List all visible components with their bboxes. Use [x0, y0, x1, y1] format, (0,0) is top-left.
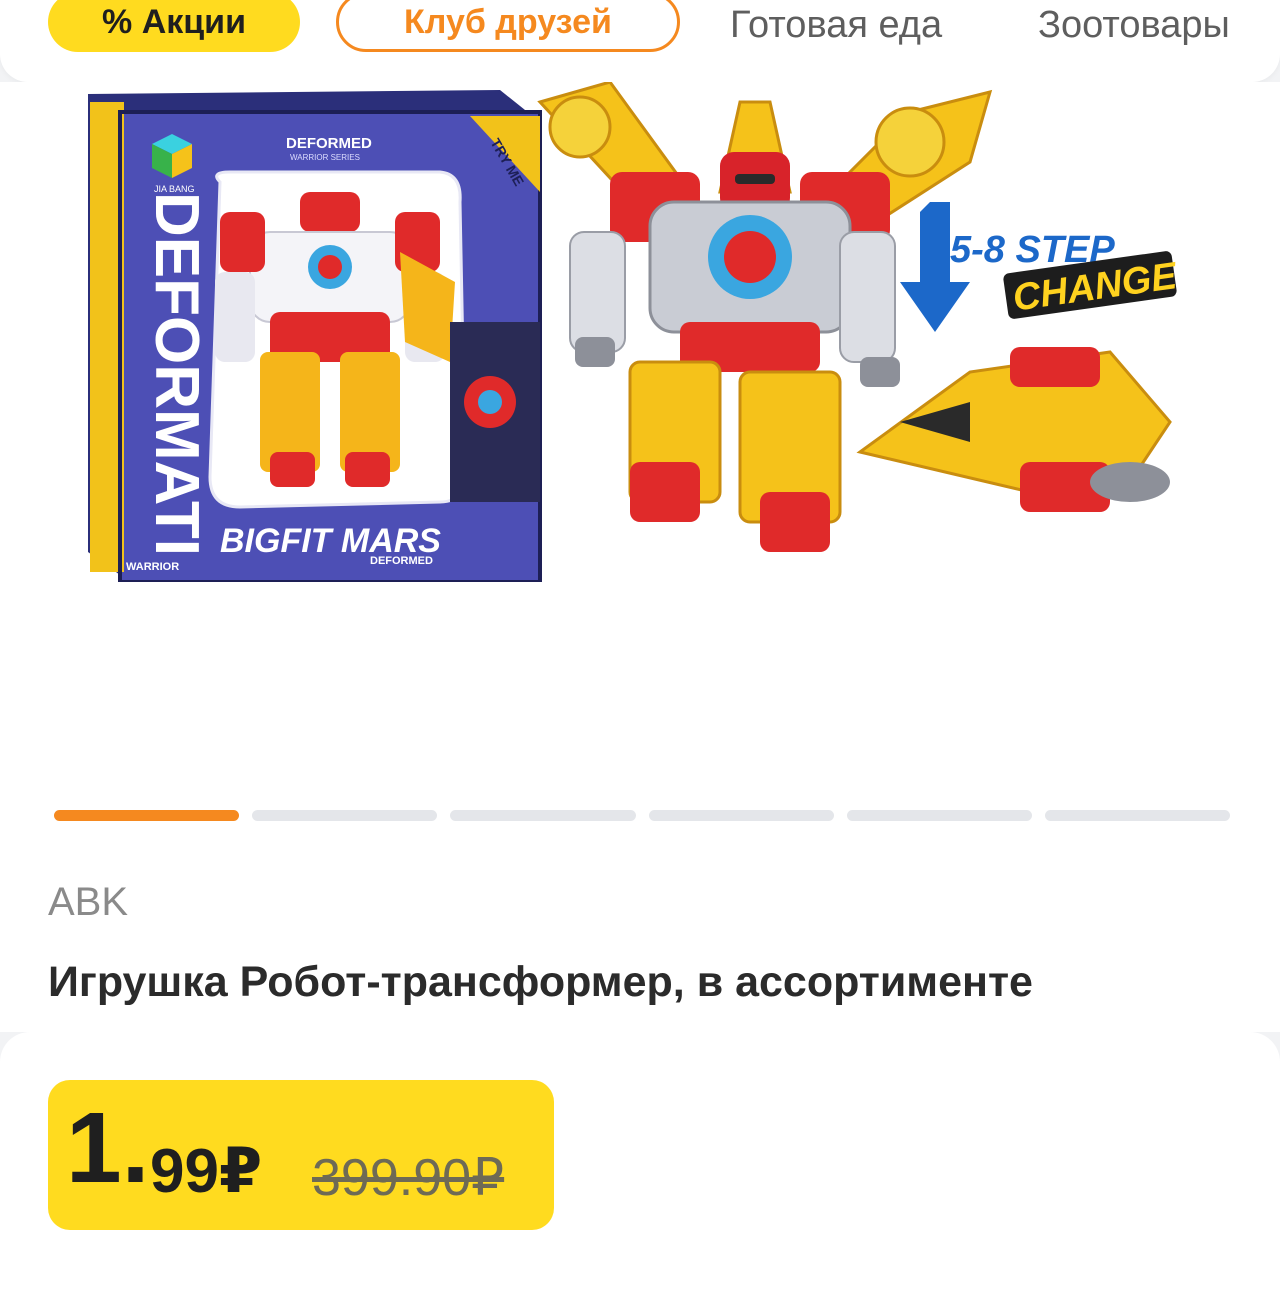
- old-price: 399.90₽: [312, 1149, 505, 1207]
- category-pet-supplies[interactable]: Зоотовары: [1038, 0, 1230, 50]
- price-decimal: 99₽: [150, 1137, 263, 1206]
- box-warrior-text: WARRIOR: [126, 561, 179, 573]
- gallery-pager: [54, 810, 1231, 824]
- transform-steps-badge: 5-8 STEP CHANGE: [900, 202, 1181, 332]
- box-logo-sub-text: DEFORMED: [370, 555, 433, 567]
- category-ready-food[interactable]: Готовая еда: [730, 0, 942, 50]
- sales-chip[interactable]: % Акции: [48, 0, 300, 52]
- category-bar: % Акции Клуб друзей Готовая еда Зоотовар…: [0, 0, 1280, 82]
- toy-box-image: JIA BANG DEFORMED WARRIOR SERIES DEFORMA…: [88, 90, 542, 582]
- product-image: JIA BANG DEFORMED WARRIOR SERIES DEFORMA…: [88, 82, 1181, 582]
- jet-figure: [856, 347, 1172, 512]
- price-integer: 1.: [66, 1092, 150, 1204]
- product-brand[interactable]: ABK: [48, 880, 128, 925]
- product-title: Игрушка Робот-трансформер, в ассортимент…: [48, 958, 1033, 1006]
- robot-figure: [537, 82, 993, 552]
- pager-dot[interactable]: [450, 810, 636, 821]
- friends-club-chip[interactable]: Клуб друзей: [336, 0, 680, 52]
- box-series-text: DEFORMED: [286, 135, 372, 152]
- pager-dot[interactable]: [846, 810, 1032, 821]
- box-subseries-text: WARRIOR SERIES: [290, 153, 360, 162]
- pager-dot[interactable]: [252, 810, 438, 821]
- pager-dot[interactable]: [1044, 810, 1231, 821]
- product-gallery[interactable]: JIA BANG DEFORMED WARRIOR SERIES DEFORMA…: [0, 82, 1280, 782]
- pager-dot[interactable]: [648, 810, 834, 821]
- pager-dot[interactable]: [54, 810, 240, 821]
- box-side-text: DEFORMATI: [142, 192, 211, 556]
